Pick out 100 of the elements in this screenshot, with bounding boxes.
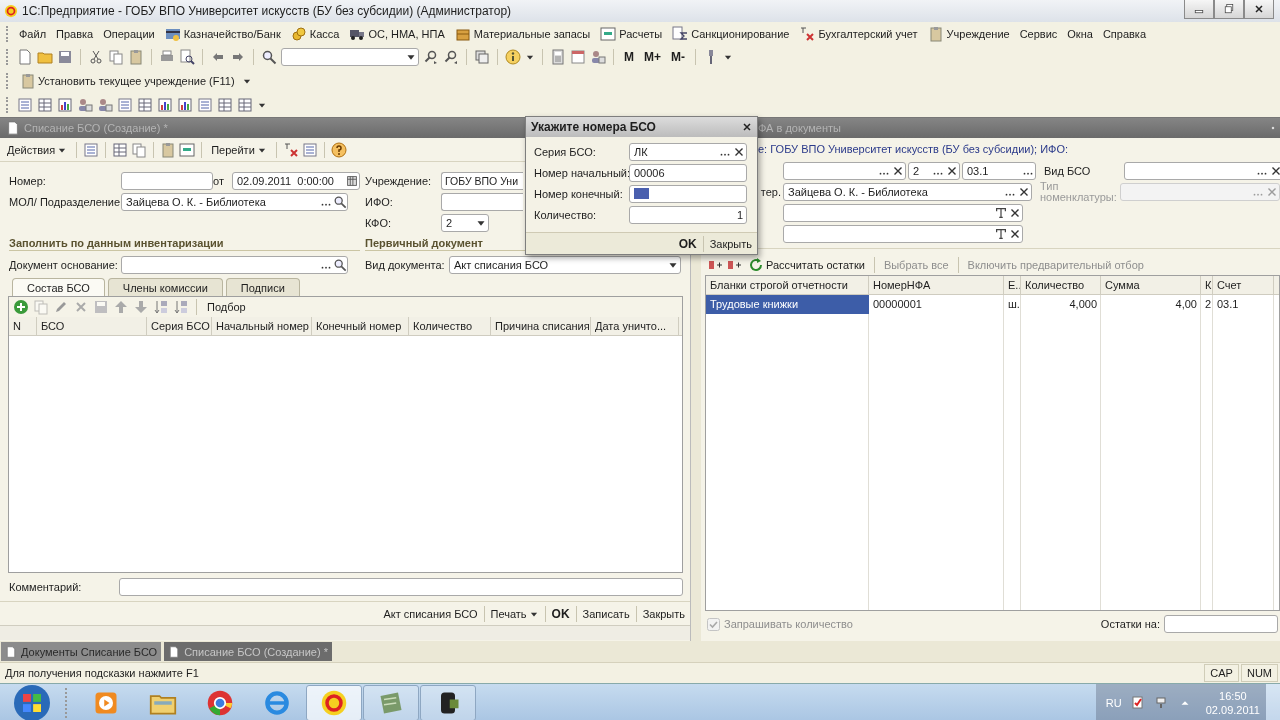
menu-item[interactable]: Расчеты (596, 25, 667, 42)
input-field[interactable]: 1 (629, 205, 747, 224)
table-icon[interactable] (217, 97, 233, 113)
selection-button[interactable]: Подбор (204, 297, 249, 317)
date-field[interactable]: 02.09.2011 0:00:00 (231, 171, 360, 190)
footer-button[interactable]: OK (548, 603, 573, 624)
scissors-icon[interactable] (88, 49, 104, 65)
input-field[interactable] (121, 171, 213, 190)
memory-button[interactable]: M- (668, 47, 688, 67)
chart-icon[interactable] (157, 97, 173, 113)
find-previous-icon[interactable] (443, 49, 459, 65)
input-field[interactable] (783, 161, 906, 180)
sort-icon[interactable] (153, 299, 169, 315)
footer-button[interactable]: Закрыть (639, 603, 688, 624)
menu-item[interactable]: Правка (52, 27, 98, 40)
text-format-icon[interactable] (994, 205, 1008, 220)
input-field[interactable] (629, 184, 747, 203)
info-icon[interactable] (505, 49, 521, 65)
sort-icon[interactable] (173, 299, 189, 315)
memory-button[interactable]: M (621, 47, 637, 67)
chart-icon[interactable] (177, 97, 193, 113)
minimize-icon[interactable] (1184, 0, 1214, 19)
set-institution-button[interactable]: Установить текущее учреждение (F11) (17, 71, 238, 91)
footer-button[interactable]: Записать (579, 603, 633, 624)
table-icon[interactable] (37, 97, 53, 113)
menu-item[interactable]: Материальные запасы (450, 25, 595, 42)
toolbar-button[interactable]: Рассчитать остатки (745, 254, 868, 275)
users-icon[interactable] (590, 49, 606, 65)
help-icon[interactable] (330, 141, 347, 158)
input-field[interactable]: ЛК (629, 142, 747, 161)
menu-item[interactable]: Санкционирование (668, 25, 794, 42)
preview-icon[interactable] (179, 49, 195, 65)
tab[interactable]: Члены комиссии (107, 278, 223, 296)
calendar-icon[interactable] (570, 49, 586, 65)
footer-button[interactable]: Акт списания БСО (380, 603, 481, 624)
input-field[interactable]: 2 (908, 161, 960, 180)
folder-icon[interactable] (37, 49, 53, 65)
menu-button[interactable]: Печать (487, 603, 542, 624)
menu-item[interactable]: Касса (286, 25, 344, 42)
flag-icon[interactable] (1129, 695, 1146, 711)
calendar-icon[interactable] (344, 173, 359, 188)
copy-icon[interactable] (131, 141, 148, 158)
chart-icon[interactable] (57, 97, 73, 113)
floppy-icon[interactable] (57, 49, 73, 65)
arrow-up-icon[interactable] (113, 299, 129, 315)
report-icon[interactable] (117, 97, 133, 113)
memory-button[interactable]: M+ (641, 47, 664, 67)
input-field[interactable]: ГОБУ ВПО Уни (441, 171, 523, 190)
go-to-menu-button[interactable]: Перейти (208, 139, 270, 160)
text-format-icon[interactable] (994, 226, 1008, 241)
menu-item[interactable]: Учреждение (923, 25, 1014, 42)
dropdown-field[interactable]: 2 (441, 213, 489, 232)
input-field[interactable] (441, 192, 523, 211)
arrow-down-icon[interactable] (133, 299, 149, 315)
search-field[interactable] (281, 48, 419, 66)
add-icon[interactable] (13, 299, 29, 315)
input-field[interactable] (783, 224, 1023, 243)
report-icon[interactable] (301, 141, 318, 158)
menu-item[interactable]: Файл (15, 27, 51, 40)
table-icon[interactable] (112, 141, 129, 158)
search-icon[interactable] (261, 49, 277, 65)
document-icon[interactable] (17, 49, 33, 65)
copy-icon[interactable] (108, 49, 124, 65)
menu-item[interactable]: Бухгалтерский учет (795, 25, 922, 42)
report-icon[interactable] (83, 141, 100, 158)
close-icon[interactable] (1244, 0, 1274, 19)
close-icon[interactable] (741, 121, 753, 133)
windows-icon[interactable] (474, 49, 490, 65)
table-icon[interactable] (137, 97, 153, 113)
form-icon[interactable] (179, 141, 196, 158)
date-field[interactable] (1164, 615, 1278, 633)
menu-item[interactable]: ОС, НМА, НПА (345, 25, 449, 42)
start-icon[interactable] (13, 685, 50, 720)
menu-item[interactable]: Окна (1063, 27, 1097, 40)
calculator-icon[interactable] (550, 49, 566, 65)
input-field[interactable]: Зайцева О. К. - Библиотека (783, 182, 1032, 201)
floppy-icon[interactable] (93, 299, 109, 315)
users-icon[interactable] (97, 97, 113, 113)
scrollbar[interactable] (0, 625, 690, 640)
menu-item[interactable]: Справка (1098, 27, 1151, 40)
input-field[interactable] (1124, 161, 1280, 180)
menu-item[interactable]: Операции (99, 27, 159, 40)
input-field[interactable]: 03.1 (962, 161, 1036, 180)
taskbar-button[interactable] (420, 685, 476, 720)
menu-item[interactable]: Казначейство/Банк (160, 25, 285, 42)
actions-menu-button[interactable]: Действия (4, 139, 71, 160)
search-icon[interactable] (333, 194, 347, 209)
users-icon[interactable] (77, 97, 93, 113)
menu-item[interactable]: Сервис (1015, 27, 1062, 40)
tab[interactable]: Подписи (225, 278, 300, 296)
report-icon[interactable] (17, 97, 33, 113)
tab[interactable]: Состав БСО (12, 278, 105, 296)
restore-icon[interactable] (1214, 0, 1244, 19)
input-field[interactable]: 00006 (629, 163, 747, 182)
clipboard-icon[interactable] (160, 141, 177, 158)
window-tab[interactable]: Документы Списание БСО (1, 642, 162, 661)
comment-field[interactable] (119, 578, 683, 596)
search-icon[interactable] (333, 257, 347, 272)
input-field[interactable]: Зайцева О. К. - Библиотека (121, 192, 348, 211)
input-field[interactable] (121, 255, 348, 274)
